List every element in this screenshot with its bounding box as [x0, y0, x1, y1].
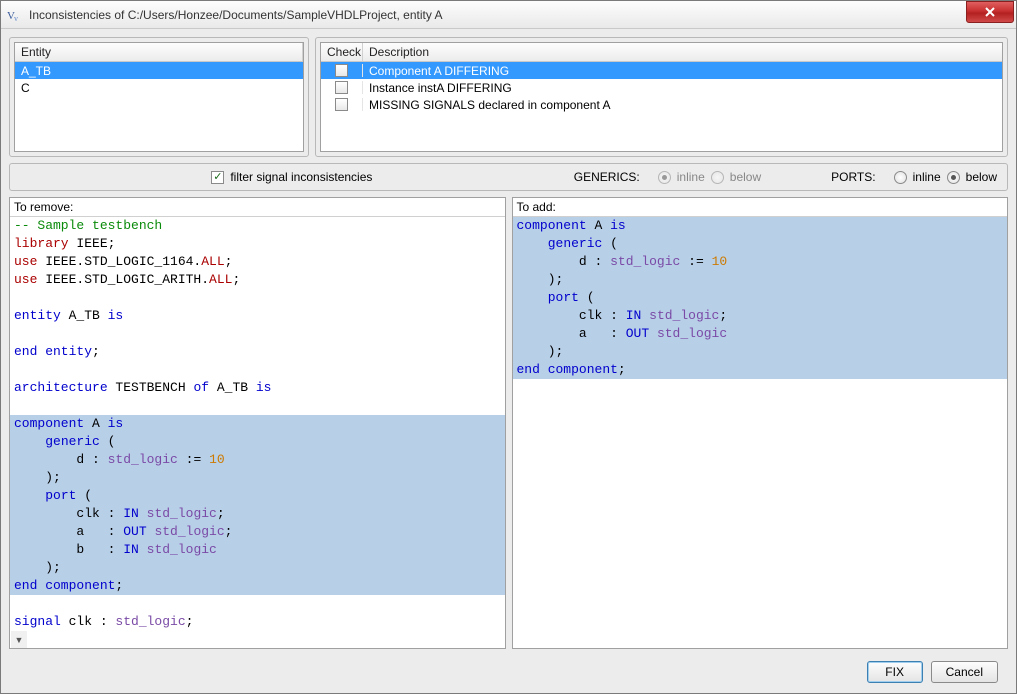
- button-row: FIX Cancel: [9, 655, 1008, 685]
- dialog-window: Vv Inconsistencies of C:/Users/Honzee/Do…: [0, 0, 1017, 694]
- title-bar[interactable]: Vv Inconsistencies of C:/Users/Honzee/Do…: [1, 1, 1016, 29]
- code-line: library IEEE;: [10, 235, 505, 253]
- code-line: );: [10, 559, 505, 577]
- code-line: end component;: [513, 361, 1008, 379]
- code-line: port (: [513, 289, 1008, 307]
- checkbox-icon[interactable]: [335, 98, 348, 111]
- to-remove-pane: To remove: -- Sample testbenchlibrary IE…: [9, 197, 506, 649]
- code-line: a : OUT std_logic: [513, 325, 1008, 343]
- code-line: clk : IN std_logic;: [10, 505, 505, 523]
- code-line: -- Sample testbench: [10, 217, 505, 235]
- code-line: clk : IN std_logic;: [513, 307, 1008, 325]
- code-line: b : IN std_logic: [10, 541, 505, 559]
- code-line: [10, 361, 505, 379]
- code-line: entity A_TB is: [10, 307, 505, 325]
- generics-below-label: below: [730, 170, 761, 184]
- code-line: use IEEE.STD_LOGIC_1164.ALL;: [10, 253, 505, 271]
- to-add-code[interactable]: component A is generic ( d : std_logic :…: [513, 217, 1008, 648]
- check-item[interactable]: Instance instA DIFFERING: [321, 79, 1002, 96]
- scroll-up-icon[interactable]: ▲: [11, 648, 27, 649]
- filter-label: filter signal inconsistencies: [230, 170, 372, 184]
- ports-inline-label: inline: [913, 170, 941, 184]
- entity-header-cell[interactable]: Entity: [15, 43, 303, 61]
- generics-inline-radio[interactable]: [658, 171, 671, 184]
- code-line: generic (: [513, 235, 1008, 253]
- to-remove-header: To remove:: [10, 198, 505, 217]
- check-header-cell[interactable]: Check: [321, 43, 363, 61]
- checkbox-icon[interactable]: [335, 64, 348, 77]
- code-line: );: [10, 469, 505, 487]
- checkbox-icon[interactable]: [335, 81, 348, 94]
- code-line: [10, 397, 505, 415]
- generics-radio-group: inline below: [658, 170, 761, 184]
- entity-item-label: A_TB: [15, 64, 303, 78]
- code-line: [10, 595, 505, 613]
- code-line: component A is: [513, 217, 1008, 235]
- code-line: [10, 289, 505, 307]
- close-button[interactable]: [966, 1, 1014, 23]
- code-line: a : OUT std_logic;: [10, 523, 505, 541]
- diff-row: To remove: -- Sample testbenchlibrary IE…: [9, 197, 1008, 649]
- check-item-description: MISSING SIGNALS declared in component A: [363, 98, 1002, 112]
- code-line: end entity;: [10, 343, 505, 361]
- options-toolbar: filter signal inconsistencies GENERICS: …: [9, 163, 1008, 191]
- code-line: );: [513, 271, 1008, 289]
- ports-radio-group: inline below: [894, 170, 997, 184]
- cancel-button[interactable]: Cancel: [931, 661, 998, 683]
- code-line: );: [513, 343, 1008, 361]
- code-line: architecture TESTBENCH of A_TB is: [10, 379, 505, 397]
- checkbox-icon: [211, 171, 224, 184]
- entity-panel: Entity A_TB C: [9, 37, 309, 157]
- scroll-down-icon[interactable]: ▼: [11, 631, 27, 648]
- ports-inline-radio[interactable]: [894, 171, 907, 184]
- check-item-description: Instance instA DIFFERING: [363, 81, 1002, 95]
- code-line: [10, 325, 505, 343]
- description-header-cell[interactable]: Description: [363, 43, 1002, 61]
- top-lists-row: Entity A_TB C Check Description Component…: [9, 37, 1008, 157]
- entity-list-header: Entity: [15, 43, 303, 62]
- code-line: end component;: [10, 577, 505, 595]
- check-item-checkbox-cell: [321, 64, 363, 77]
- generics-below-radio[interactable]: [711, 171, 724, 184]
- code-line: component A is: [10, 415, 505, 433]
- entity-item-label: C: [15, 81, 303, 95]
- check-item[interactable]: Component A DIFFERING: [321, 62, 1002, 79]
- ports-below-radio[interactable]: [947, 171, 960, 184]
- check-item-checkbox-cell: [321, 81, 363, 94]
- code-line: generic (: [10, 433, 505, 451]
- code-line: signal clk : std_logic;: [10, 613, 505, 631]
- check-item-checkbox-cell: [321, 98, 363, 111]
- app-icon: Vv: [7, 7, 23, 23]
- to-add-pane: To add: component A is generic ( d : std…: [512, 197, 1009, 649]
- ports-below-label: below: [966, 170, 997, 184]
- to-add-header: To add:: [513, 198, 1008, 217]
- code-line: use IEEE.STD_LOGIC_ARITH.ALL;: [10, 271, 505, 289]
- check-list[interactable]: Check Description Component A DIFFERING I…: [320, 42, 1003, 152]
- fix-button[interactable]: FIX: [867, 661, 923, 683]
- check-panel: Check Description Component A DIFFERING I…: [315, 37, 1008, 157]
- window-title: Inconsistencies of C:/Users/Honzee/Docum…: [29, 8, 966, 22]
- entity-item[interactable]: A_TB: [15, 62, 303, 79]
- entity-item[interactable]: C: [15, 79, 303, 96]
- svg-text:v: v: [14, 14, 18, 23]
- generics-label: GENERICS:: [574, 170, 640, 184]
- check-item-description: Component A DIFFERING: [363, 64, 1002, 78]
- filter-signal-checkbox[interactable]: filter signal inconsistencies: [211, 170, 372, 184]
- code-line: port (: [10, 487, 505, 505]
- check-item[interactable]: MISSING SIGNALS declared in component A: [321, 96, 1002, 113]
- code-line: d : std_logic := 10: [513, 253, 1008, 271]
- entity-list[interactable]: Entity A_TB C: [14, 42, 304, 152]
- dialog-body: Entity A_TB C Check Description Component…: [1, 29, 1016, 693]
- to-remove-code[interactable]: -- Sample testbenchlibrary IEEE;use IEEE…: [10, 217, 505, 648]
- code-line: d : std_logic := 10: [10, 451, 505, 469]
- check-list-header: Check Description: [321, 43, 1002, 62]
- ports-label: PORTS:: [831, 170, 875, 184]
- generics-inline-label: inline: [677, 170, 705, 184]
